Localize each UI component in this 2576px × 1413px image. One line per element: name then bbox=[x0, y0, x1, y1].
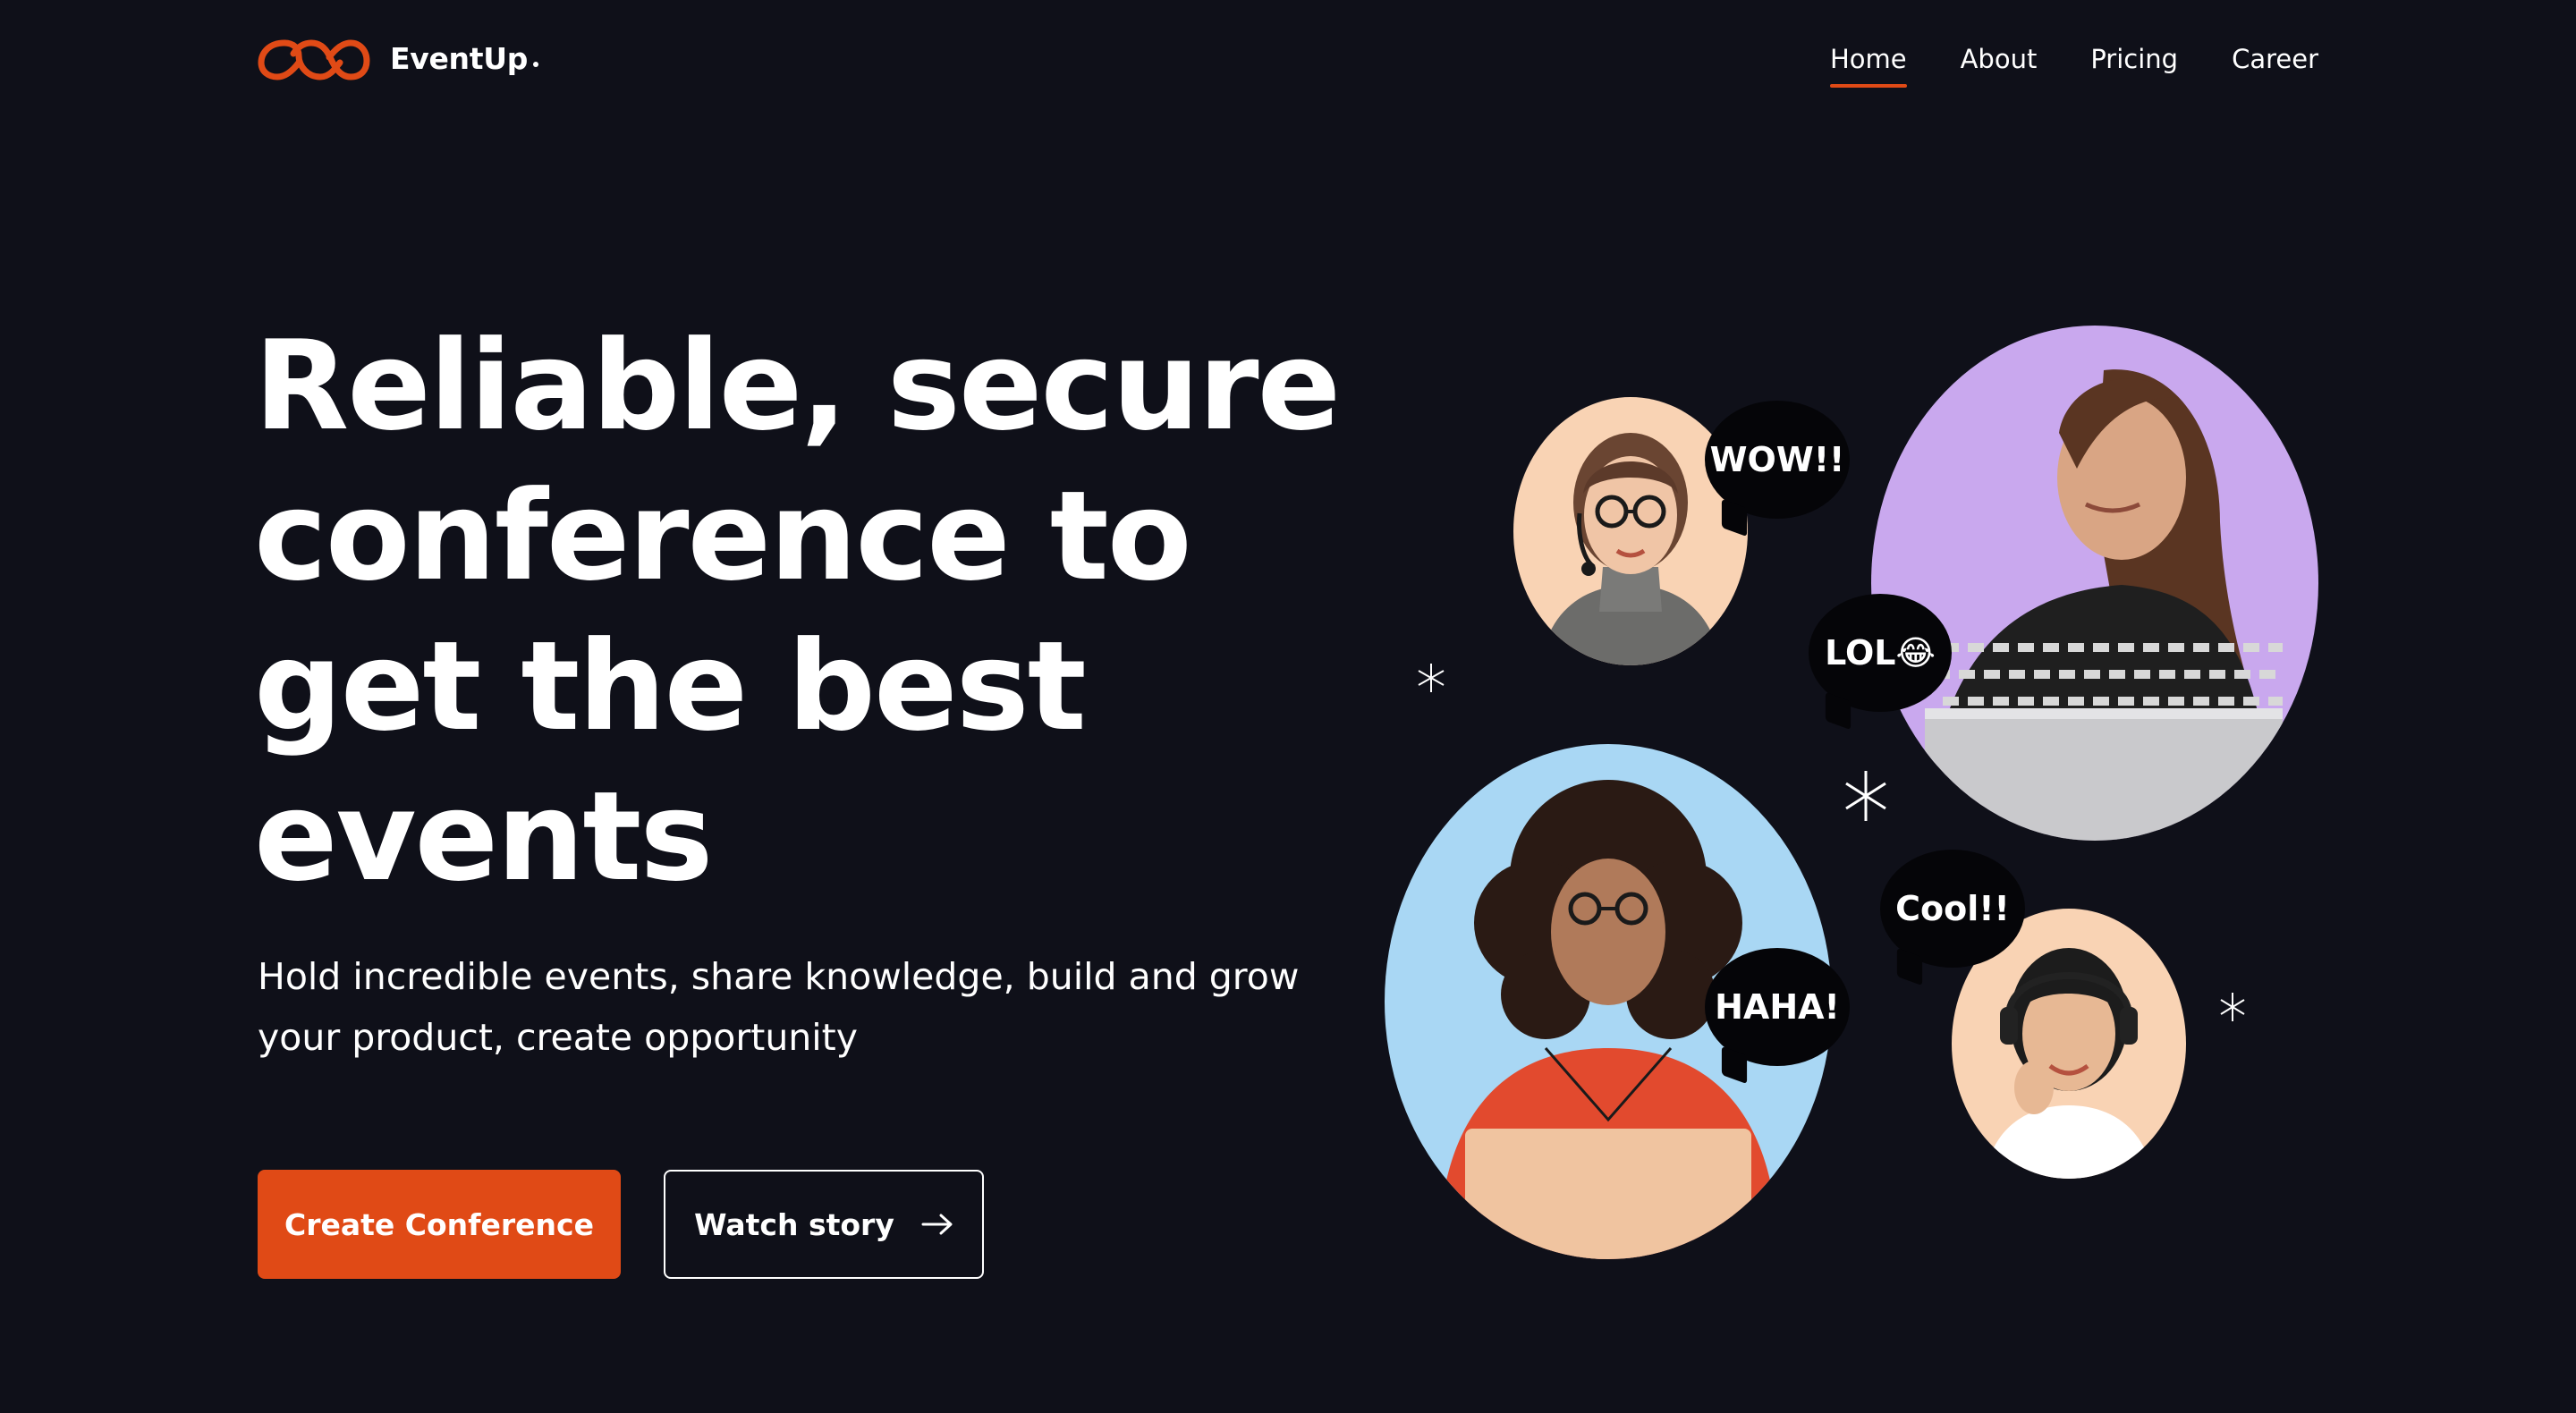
nav-item-home[interactable]: Home bbox=[1829, 39, 1907, 88]
arrow-right-icon bbox=[921, 1214, 953, 1235]
portrait-curly-woman bbox=[1385, 744, 1832, 1259]
brand-dot bbox=[533, 61, 539, 67]
speech-bubble-haha: HAHA! bbox=[1705, 948, 1850, 1066]
sparkle-icon bbox=[2220, 993, 2245, 1021]
main-nav: Home About Pricing Career bbox=[1829, 39, 2318, 88]
portrait-laptop-woman bbox=[1871, 326, 2318, 841]
watch-story-button[interactable]: Watch story bbox=[664, 1170, 984, 1279]
laptop-woman-figure bbox=[1925, 369, 2283, 841]
headset-woman-right-figure bbox=[1984, 948, 2154, 1179]
curly-woman-figure bbox=[1438, 780, 1778, 1259]
nav-item-about[interactable]: About bbox=[1961, 39, 2038, 79]
brand-name: EventUp bbox=[390, 41, 539, 76]
watch-story-label: Watch story bbox=[694, 1206, 894, 1242]
bubble-text-cool: Cool!! bbox=[1895, 889, 2010, 928]
nav-item-career[interactable]: Career bbox=[2232, 39, 2318, 79]
hero-title: Reliable, secure conference to get the b… bbox=[254, 314, 1341, 909]
create-conference-button[interactable]: Create Conference bbox=[258, 1170, 621, 1279]
hero-subtitle: Hold incredible events, share knowledge,… bbox=[258, 955, 1300, 1059]
bubble-text-lol: LOL😂 bbox=[1825, 633, 1936, 673]
nav-item-pricing[interactable]: Pricing bbox=[2090, 39, 2178, 79]
portrait-headset-woman-right bbox=[1952, 909, 2186, 1179]
speech-bubble-wow: WOW!! bbox=[1705, 401, 1850, 519]
headset-woman-figure bbox=[1540, 433, 1721, 665]
speech-bubble-lol: LOL😂 bbox=[1809, 594, 1952, 712]
portrait-headset-woman bbox=[1513, 397, 1748, 665]
speech-bubble-cool: Cool!! bbox=[1880, 850, 2025, 968]
sparkle-icon bbox=[1845, 771, 1886, 821]
brand-logo[interactable]: EventUp bbox=[258, 36, 539, 80]
sparkle-icon bbox=[1418, 664, 1445, 692]
infinity-logo-icon bbox=[258, 39, 370, 80]
bubble-text-wow: WOW!! bbox=[1709, 440, 1845, 479]
bubble-text-haha: HAHA! bbox=[1715, 987, 1840, 1027]
